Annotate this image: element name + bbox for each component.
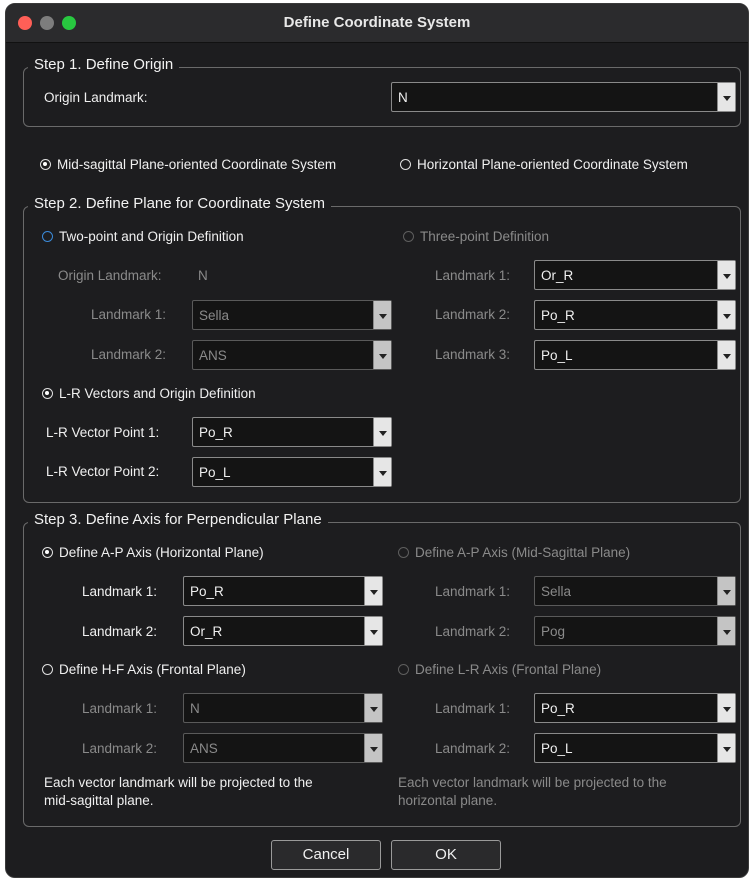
origin-landmark-label: Origin Landmark: [44,90,148,105]
ap-mid-sagittal-landmark2-label: Landmark 2: [435,624,511,639]
lr-frontal-radio[interactable] [398,664,409,675]
hf-frontal-landmark1-label: Landmark 1: [82,701,158,716]
note-right-line2: horizontal plane. [398,793,498,808]
chevron-down-icon[interactable] [717,341,735,369]
two-point-landmark2-select[interactable]: ANS [192,340,392,370]
ap-horizontal-landmark1-value: Po_R [190,584,224,599]
ap-mid-sagittal-landmark2-select[interactable]: Pog [534,616,736,646]
chevron-down-icon[interactable] [717,83,735,111]
lr-frontal-label[interactable]: Define L-R Axis (Frontal Plane) [415,662,601,677]
two-point-origin-label: Origin Landmark: [58,268,162,283]
lr-frontal-landmark2-value: Po_L [541,741,573,756]
lr-vector-point2-label: L-R Vector Point 2: [46,464,160,479]
three-point-landmark3-select[interactable]: Po_L [534,340,736,370]
step2-legend: Step 2. Define Plane for Coordinate Syst… [28,195,331,212]
lr-frontal-landmark2-label: Landmark 2: [435,741,511,756]
note-left-line2: mid-sagittal plane. [44,793,154,808]
two-point-landmark2-value: ANS [199,348,227,363]
lr-vectors-label[interactable]: L-R Vectors and Origin Definition [59,386,256,401]
ap-mid-sagittal-landmark1-value: Sella [541,584,572,599]
lr-vector-point1-select[interactable]: Po_R [192,417,392,447]
ap-horizontal-landmark2-label: Landmark 2: [82,624,158,639]
chevron-down-icon[interactable] [717,301,735,329]
three-point-radio[interactable] [403,231,414,242]
mid-sagittal-system-radio[interactable] [40,159,51,170]
chevron-down-icon[interactable] [364,617,382,645]
lr-vector-point1-value: Po_R [199,425,233,440]
ap-mid-sagittal-label[interactable]: Define A-P Axis (Mid-Sagittal Plane) [415,545,630,560]
origin-landmark-select[interactable]: N [391,82,736,112]
chevron-down-icon[interactable] [717,734,735,762]
lr-vectors-radio[interactable] [42,388,53,399]
ap-horizontal-landmark1-label: Landmark 1: [82,584,158,599]
lr-vector-point2-value: Po_L [199,465,231,480]
three-point-landmark2-label: Landmark 2: [435,307,511,322]
dialog-window: Define Coordinate System Step 1. Define … [5,3,749,878]
cancel-button[interactable]: Cancel [271,840,381,870]
two-point-landmark1-label: Landmark 1: [91,307,167,322]
three-point-landmark3-value: Po_L [541,348,573,363]
chevron-down-icon[interactable] [717,577,735,605]
chevron-down-icon[interactable] [364,694,382,722]
hf-frontal-landmark2-value: ANS [190,741,218,756]
chevron-down-icon[interactable] [717,261,735,289]
chevron-down-icon[interactable] [373,301,391,329]
ap-horizontal-landmark2-select[interactable]: Or_R [183,616,383,646]
three-point-landmark1-label: Landmark 1: [435,268,511,283]
hf-frontal-landmark2-label: Landmark 2: [82,741,158,756]
two-point-radio[interactable] [42,231,53,242]
ap-horizontal-landmark1-select[interactable]: Po_R [183,576,383,606]
three-point-label[interactable]: Three-point Definition [420,229,549,244]
chevron-down-icon[interactable] [364,734,382,762]
lr-frontal-landmark1-select[interactable]: Po_R [534,693,736,723]
ap-horizontal-label[interactable]: Define A-P Axis (Horizontal Plane) [59,545,264,560]
title-bar[interactable]: Define Coordinate System [6,4,748,43]
lr-frontal-landmark1-label: Landmark 1: [435,701,511,716]
three-point-landmark2-select[interactable]: Po_R [534,300,736,330]
hf-frontal-landmark1-value: N [190,701,200,716]
ok-button[interactable]: OK [391,840,501,870]
ap-horizontal-radio[interactable] [42,547,53,558]
mid-sagittal-system-label[interactable]: Mid-sagittal Plane-oriented Coordinate S… [57,157,336,172]
lr-vector-point2-select[interactable]: Po_L [192,457,392,487]
two-point-landmark1-select[interactable]: Sella [192,300,392,330]
two-point-origin-value: N [198,268,208,283]
horizontal-system-radio[interactable] [400,159,411,170]
hf-frontal-label[interactable]: Define H-F Axis (Frontal Plane) [59,662,246,677]
three-point-landmark2-value: Po_R [541,308,575,323]
chevron-down-icon[interactable] [364,577,382,605]
origin-landmark-value: N [398,90,408,105]
note-left-line1: Each vector landmark will be projected t… [44,775,313,790]
lr-vector-point1-label: L-R Vector Point 1: [46,425,160,440]
ap-mid-sagittal-radio[interactable] [398,547,409,558]
chevron-down-icon[interactable] [717,694,735,722]
step1-legend: Step 1. Define Origin [28,56,180,73]
two-point-landmark2-label: Landmark 2: [91,347,167,362]
ap-mid-sagittal-landmark1-select[interactable]: Sella [534,576,736,606]
two-point-label[interactable]: Two-point and Origin Definition [59,229,244,244]
ap-mid-sagittal-landmark1-label: Landmark 1: [435,584,511,599]
ap-horizontal-landmark2-value: Or_R [190,624,223,639]
step3-legend: Step 3. Define Axis for Perpendicular Pl… [28,511,328,528]
lr-frontal-landmark2-select[interactable]: Po_L [534,733,736,763]
ap-mid-sagittal-landmark2-value: Pog [541,624,566,639]
chevron-down-icon[interactable] [717,617,735,645]
two-point-landmark1-value: Sella [199,308,230,323]
three-point-landmark3-label: Landmark 3: [435,347,511,362]
chevron-down-icon[interactable] [373,341,391,369]
hf-frontal-landmark1-select[interactable]: N [183,693,383,723]
chevron-down-icon[interactable] [373,418,391,446]
lr-frontal-landmark1-value: Po_R [541,701,575,716]
three-point-landmark1-value: Or_R [541,268,574,283]
hf-frontal-radio[interactable] [42,664,53,675]
window-title: Define Coordinate System [283,14,471,31]
hf-frontal-landmark2-select[interactable]: ANS [183,733,383,763]
note-right-line1: Each vector landmark will be projected t… [398,775,667,790]
horizontal-system-label[interactable]: Horizontal Plane-oriented Coordinate Sys… [417,157,688,172]
chevron-down-icon[interactable] [373,458,391,486]
three-point-landmark1-select[interactable]: Or_R [534,260,736,290]
